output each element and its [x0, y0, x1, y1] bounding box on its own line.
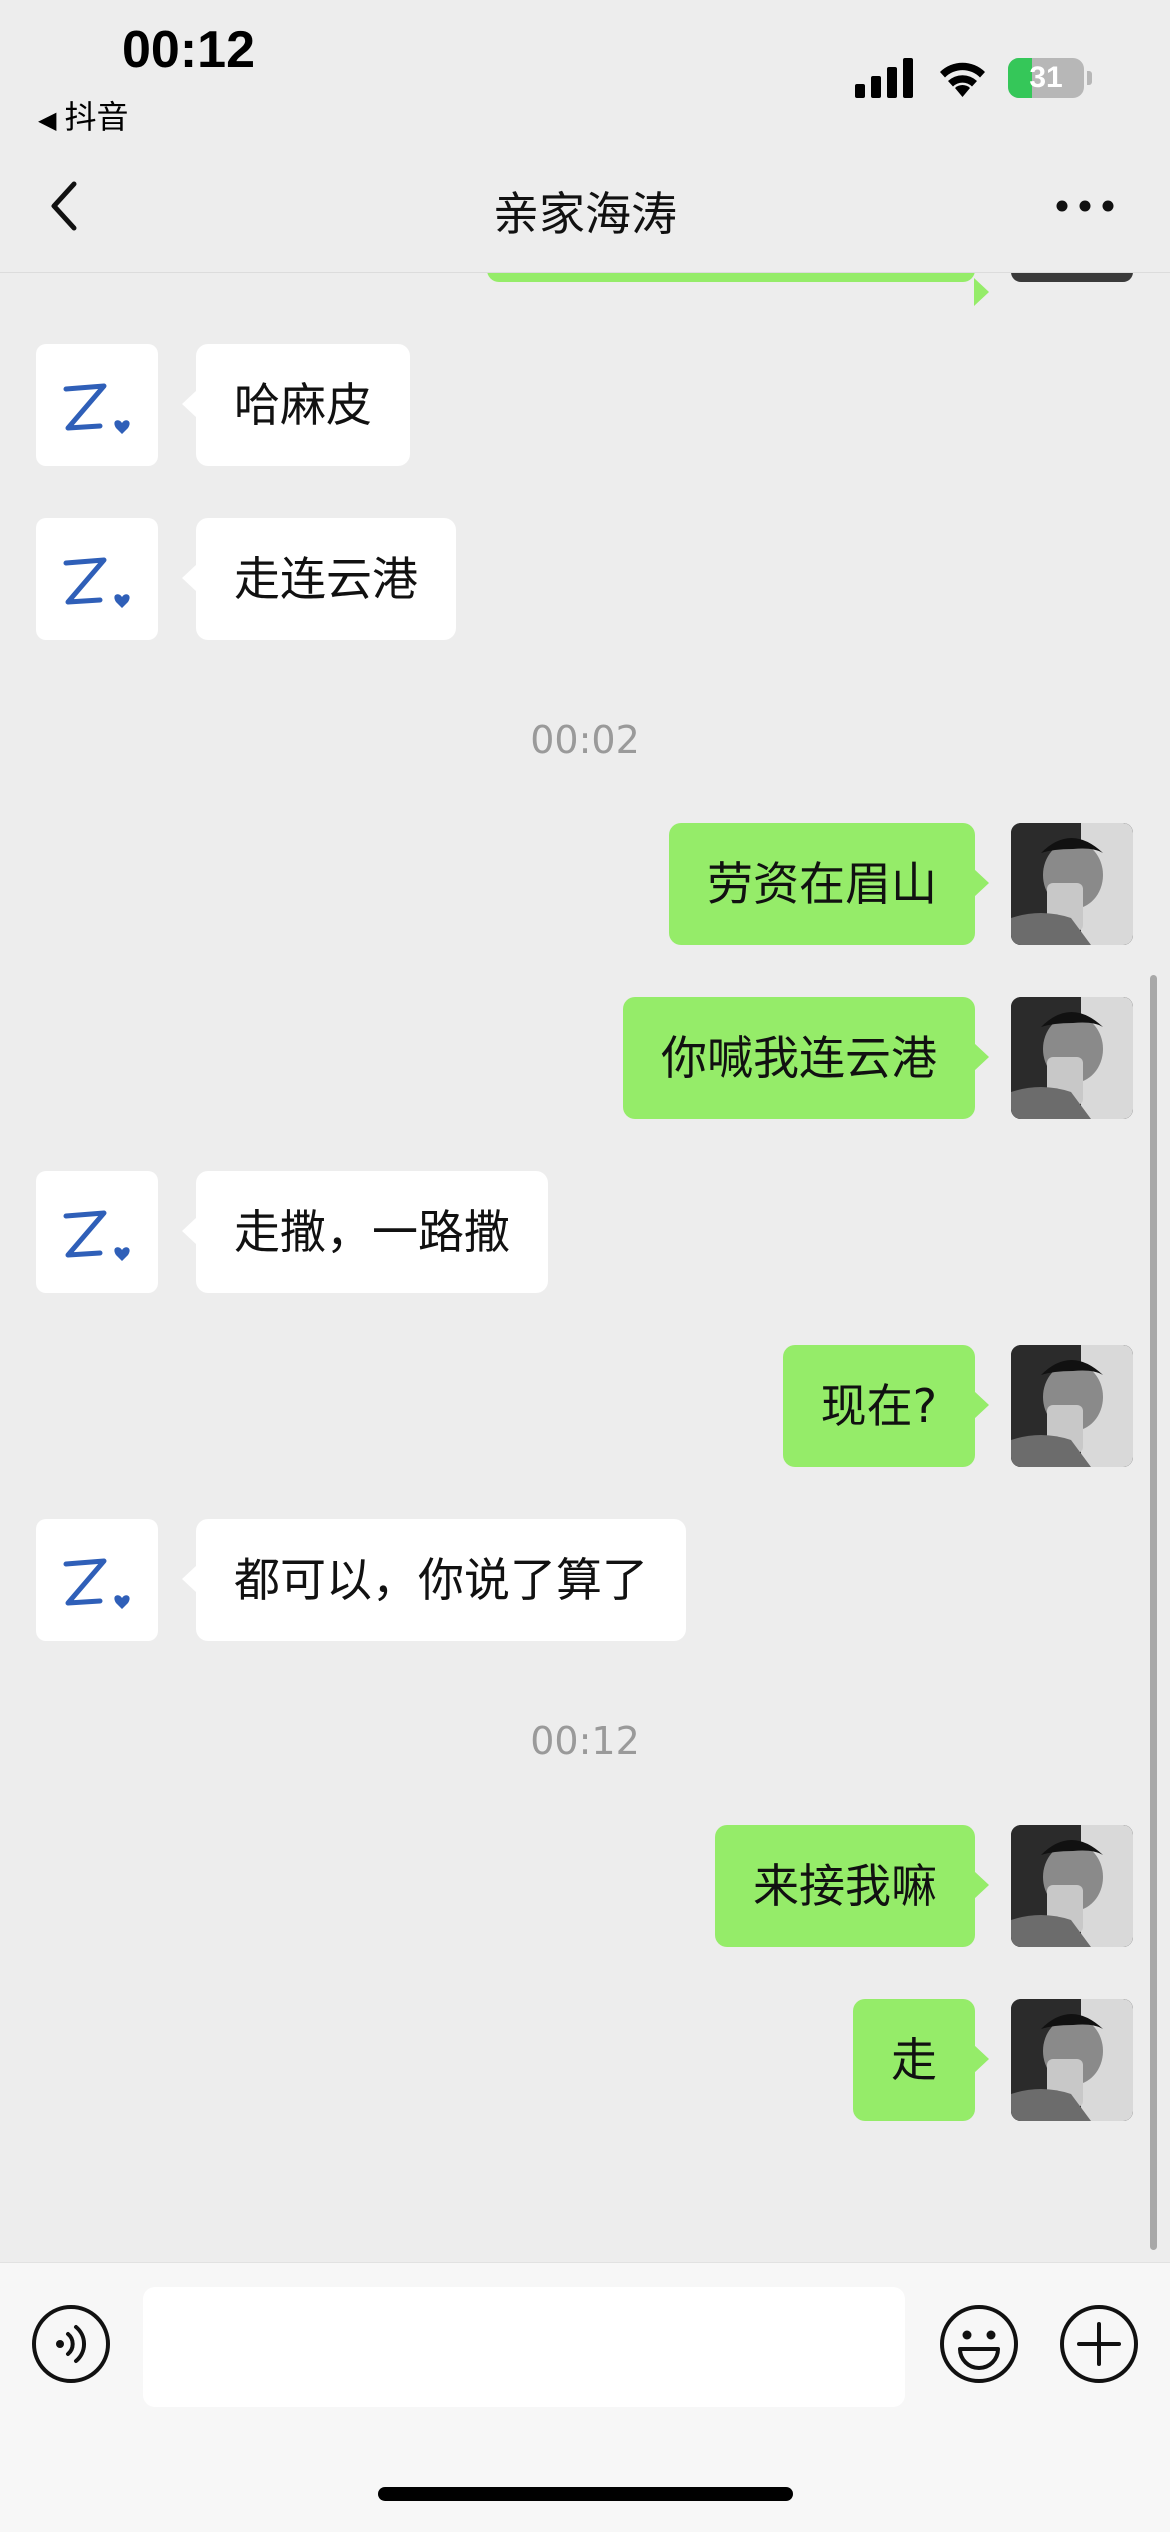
message-row: 都可以，你说了算了 — [0, 1519, 1170, 1641]
message-timestamp: 00:12 — [530, 1719, 640, 1763]
message-row: 走连云港 — [0, 518, 1170, 640]
message-row: 你喊我连云港 — [0, 997, 1170, 1119]
contact-avatar[interactable] — [36, 1171, 158, 1293]
message-row: 来接我嘛 — [0, 1825, 1170, 1947]
back-to-app-link[interactable]: ◀ 抖音 — [38, 92, 128, 138]
home-indicator[interactable] — [378, 2487, 793, 2501]
back-triangle-icon: ◀ — [38, 106, 57, 134]
message-timestamp: 00:02 — [530, 718, 640, 762]
outgoing-message-bubble[interactable]: 劳资在眉山 — [669, 823, 989, 945]
voice-icon[interactable] — [30, 2303, 112, 2385]
back-app-label: 抖音 — [64, 98, 129, 136]
battery-icon: 31 — [1008, 58, 1092, 98]
outgoing-message-bubble[interactable]: 走 — [853, 1999, 989, 2121]
contact-avatar-mark — [63, 383, 130, 434]
wifi-icon — [940, 62, 985, 97]
self-avatar[interactable] — [1011, 1345, 1133, 1467]
contact-avatar[interactable] — [36, 344, 158, 466]
incoming-message-bubble[interactable]: 走连云港 — [182, 518, 456, 640]
status-bar: 00:12 ◀ 抖音 31 — [0, 0, 1170, 140]
scrollbar[interactable] — [1150, 975, 1157, 2250]
outgoing-message-bubble[interactable]: 来接我嘛 — [715, 1825, 989, 1947]
self-avatar[interactable] — [1011, 1999, 1133, 2121]
incoming-message-bubble[interactable]: 哈麻皮 — [182, 344, 410, 466]
chat-screen: 哈麻皮 走连云港 00:02 劳资在眉山 你喊我连云港 走撒，一路撒 现在? 都… — [0, 0, 1170, 2532]
status-time: 00:12 — [122, 21, 255, 79]
contact-avatar-mark — [63, 1558, 130, 1609]
contact-avatar-mark — [63, 557, 130, 608]
self-avatar-photo — [1011, 823, 1133, 945]
signal-icon — [855, 58, 913, 98]
message-row: 走 — [0, 1999, 1170, 2121]
message-row: 现在? — [0, 1345, 1170, 1467]
message-row: 走撒，一路撒 — [0, 1171, 1170, 1293]
emoji-icon[interactable] — [938, 2303, 1020, 2385]
message-row: 哈麻皮 — [0, 344, 1170, 466]
outgoing-message-bubble[interactable]: 你喊我连云港 — [623, 997, 989, 1119]
self-avatar[interactable] — [1011, 823, 1133, 945]
chevron-left-icon[interactable] — [40, 174, 90, 238]
battery-cap — [1087, 71, 1092, 85]
plus-icon[interactable] — [1058, 2303, 1140, 2385]
outgoing-message-bubble[interactable]: 现在? — [782, 1345, 990, 1467]
chat-header: 亲家海涛 — [0, 140, 1170, 273]
more-dots-icon[interactable] — [1050, 182, 1120, 230]
contact-avatar[interactable] — [36, 1519, 158, 1641]
self-avatar[interactable] — [1011, 997, 1133, 1119]
self-avatar-photo — [1011, 997, 1133, 1119]
self-avatar-photo — [1011, 1999, 1133, 2121]
self-avatar[interactable] — [1011, 1825, 1133, 1947]
message-list[interactable]: 哈麻皮 走连云港 00:02 劳资在眉山 你喊我连云港 走撒，一路撒 现在? 都… — [0, 0, 1170, 2262]
contact-avatar[interactable] — [36, 518, 158, 640]
incoming-message-bubble[interactable]: 走撒，一路撒 — [182, 1171, 548, 1293]
battery-body: 31 — [1008, 58, 1084, 98]
battery-level: 31 — [1029, 61, 1063, 94]
chat-title: 亲家海涛 — [493, 187, 677, 241]
contact-avatar-mark — [63, 1210, 130, 1261]
message-input[interactable] — [143, 2287, 905, 2407]
message-row: 劳资在眉山 — [0, 823, 1170, 945]
incoming-message-bubble[interactable]: 都可以，你说了算了 — [182, 1519, 686, 1641]
self-avatar-photo — [1011, 1825, 1133, 1947]
self-avatar-photo — [1011, 1345, 1133, 1467]
